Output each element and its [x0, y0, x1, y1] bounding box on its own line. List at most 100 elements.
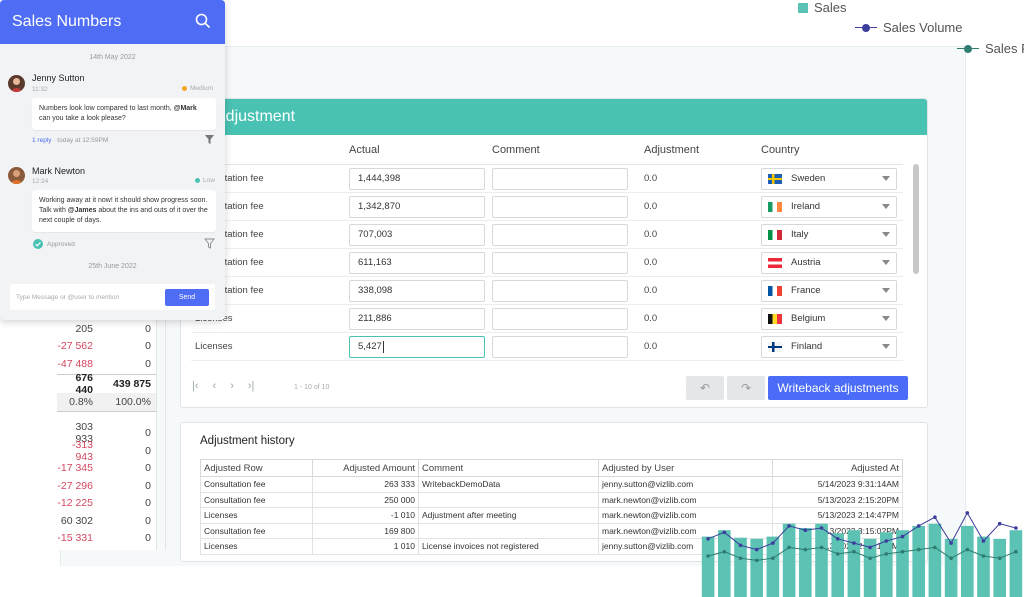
- chart-point[interactable]: [754, 547, 759, 552]
- chart-point[interactable]: [722, 549, 727, 554]
- chart-point[interactable]: [787, 545, 791, 550]
- filter-icon[interactable]: [204, 238, 215, 249]
- chart-point[interactable]: [803, 547, 808, 552]
- chart-point[interactable]: [900, 534, 905, 539]
- chart-bar[interactable]: [766, 536, 780, 597]
- country-select[interactable]: Sweden: [761, 167, 897, 190]
- country-select[interactable]: Belgium: [761, 307, 897, 330]
- chart-bar[interactable]: [896, 530, 909, 597]
- last-page-icon[interactable]: ›|: [248, 380, 255, 392]
- chart-point[interactable]: [965, 511, 970, 515]
- chart-point[interactable]: [1014, 526, 1018, 530]
- chart-point[interactable]: [1014, 549, 1018, 554]
- chart-point[interactable]: [754, 558, 759, 563]
- chart-point[interactable]: [933, 545, 937, 550]
- chart-point[interactable]: [771, 541, 775, 545]
- chart-point[interactable]: [819, 545, 824, 550]
- chart-bar[interactable]: [977, 536, 990, 597]
- chart-point[interactable]: [949, 556, 953, 560]
- comment-input[interactable]: [492, 307, 628, 330]
- chart-point[interactable]: [997, 521, 1002, 526]
- chart-bar[interactable]: [701, 536, 715, 597]
- chart-point[interactable]: [868, 545, 872, 550]
- chart-bar[interactable]: [782, 523, 796, 597]
- prev-page-icon[interactable]: ‹: [213, 380, 217, 392]
- chart-point[interactable]: [981, 554, 986, 558]
- send-button[interactable]: Send: [165, 288, 209, 306]
- first-page-icon[interactable]: |‹: [192, 380, 199, 392]
- chart-bar[interactable]: [718, 530, 731, 597]
- comment-input[interactable]: [492, 167, 628, 190]
- country-select[interactable]: France: [761, 279, 897, 302]
- country-select[interactable]: Austria: [761, 251, 897, 274]
- numbers-total-row: 676 440 439 875: [57, 372, 156, 396]
- chart-point[interactable]: [884, 552, 889, 556]
- chart-point[interactable]: [819, 526, 824, 530]
- chart-point[interactable]: [933, 515, 937, 519]
- history-header[interactable]: Comment: [418, 459, 599, 477]
- chart-point[interactable]: [965, 547, 970, 552]
- chart-point[interactable]: [916, 547, 921, 552]
- chart-point[interactable]: [884, 539, 889, 543]
- chart-point[interactable]: [852, 541, 856, 545]
- comment-input[interactable]: [492, 251, 628, 274]
- chart-point[interactable]: [787, 524, 791, 528]
- chart-point[interactable]: [738, 543, 743, 548]
- chart-bar[interactable]: [993, 538, 1006, 597]
- chart-point[interactable]: [738, 556, 743, 560]
- message-input[interactable]: Type Message or @user to mention Send: [10, 284, 215, 310]
- chart-point[interactable]: [981, 539, 986, 543]
- actual-input[interactable]: 707,003: [349, 223, 485, 246]
- actual-input[interactable]: 338,098: [349, 279, 485, 302]
- chart-point[interactable]: [852, 549, 856, 554]
- chart-point[interactable]: [706, 537, 710, 541]
- redo-button[interactable]: ↷: [727, 376, 765, 400]
- chart-bar[interactable]: [961, 525, 974, 597]
- chart-bar[interactable]: [847, 530, 861, 597]
- comment-input[interactable]: [492, 335, 628, 358]
- actual-input[interactable]: 1,342,870: [349, 195, 485, 218]
- chart-point[interactable]: [771, 556, 775, 560]
- chart-point[interactable]: [997, 556, 1002, 560]
- history-header[interactable]: Adjusted Amount: [312, 459, 419, 477]
- chart-bar[interactable]: [815, 523, 828, 597]
- chart-point[interactable]: [722, 530, 727, 535]
- country-select[interactable]: Finland: [761, 335, 897, 358]
- msg2-mention[interactable]: @James: [68, 207, 97, 214]
- undo-button[interactable]: ↶: [686, 376, 724, 400]
- chart-point[interactable]: [835, 552, 840, 556]
- chart-bar[interactable]: [912, 525, 925, 597]
- chart-bar[interactable]: [799, 528, 812, 597]
- msg1-mention[interactable]: @Mark: [174, 105, 197, 112]
- history-header[interactable]: Adjusted by User: [598, 459, 773, 477]
- writeback-button[interactable]: Writeback adjustments: [768, 376, 908, 400]
- chart-bar[interactable]: [944, 538, 958, 597]
- chart-point[interactable]: [706, 554, 710, 558]
- actual-input[interactable]: 5,427: [349, 335, 485, 358]
- comment-input[interactable]: [492, 223, 628, 246]
- next-page-icon[interactable]: ›: [230, 380, 234, 392]
- comment-input[interactable]: [492, 195, 628, 218]
- actual-input[interactable]: 211,886: [349, 307, 485, 330]
- reply-link[interactable]: 1 reply: [32, 137, 52, 144]
- search-icon[interactable]: [195, 13, 211, 29]
- country-select[interactable]: Italy: [761, 223, 897, 246]
- country-select[interactable]: Ireland: [761, 195, 897, 218]
- chart-point[interactable]: [949, 541, 953, 545]
- chart-point[interactable]: [835, 537, 840, 541]
- history-header[interactable]: Adjusted Row: [200, 459, 313, 477]
- chart-point[interactable]: [900, 549, 905, 554]
- history-header[interactable]: Adjusted At: [772, 459, 903, 477]
- chart-point[interactable]: [868, 556, 872, 560]
- chart-bar[interactable]: [928, 523, 942, 597]
- actual-input[interactable]: 1,444,398: [349, 167, 485, 190]
- chart-point[interactable]: [916, 524, 921, 528]
- chart-point[interactable]: [803, 528, 808, 532]
- comment-input[interactable]: [492, 279, 628, 302]
- chart-bar[interactable]: [1009, 530, 1023, 597]
- actual-input[interactable]: 611,163: [349, 251, 485, 274]
- col-actual: Actual: [349, 143, 380, 156]
- chart-bar[interactable]: [831, 533, 844, 597]
- adjustment-scrollbar[interactable]: [913, 164, 919, 274]
- filter-icon[interactable]: [204, 134, 215, 145]
